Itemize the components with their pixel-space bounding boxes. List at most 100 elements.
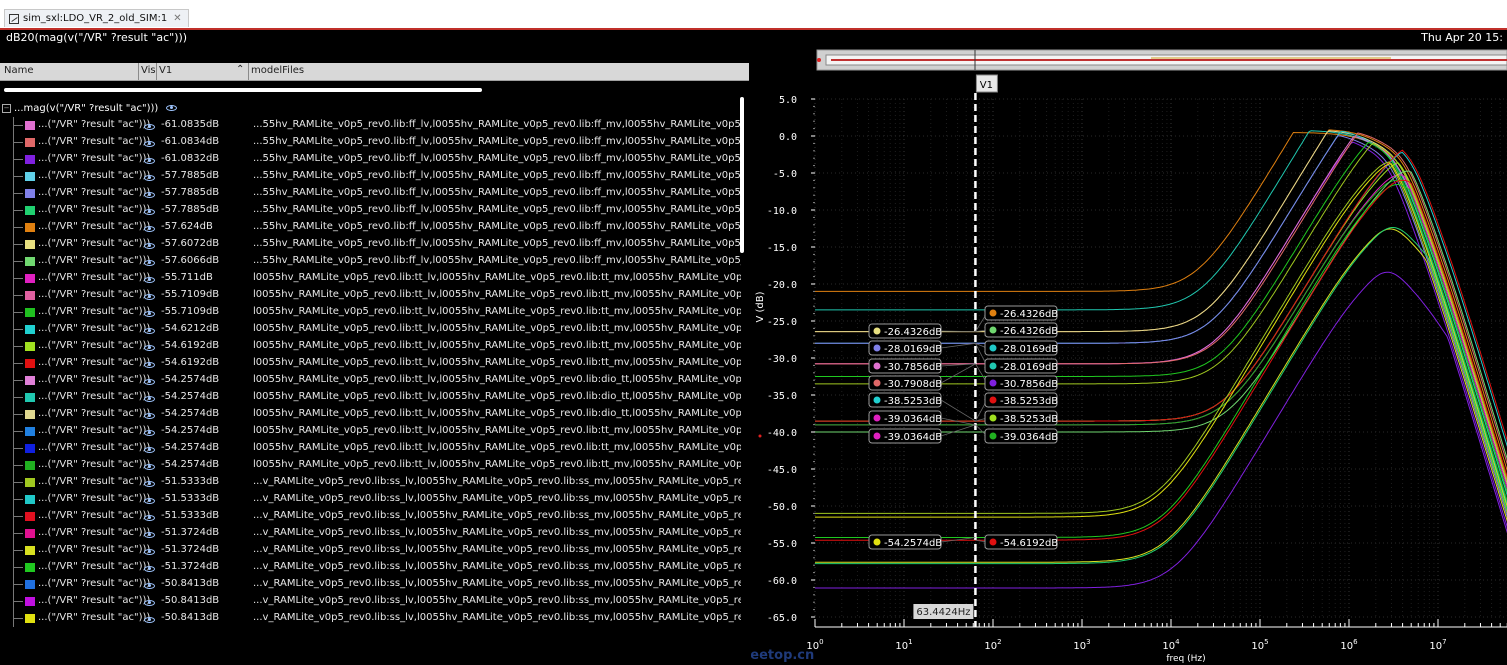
visibility-eye-icon[interactable] — [144, 309, 155, 320]
table-row[interactable]: ...("/VR" ?result "ac"))) -54.6212dB l0055… — [0, 321, 749, 338]
visibility-eye-icon[interactable] — [144, 428, 155, 439]
visibility-eye-icon[interactable] — [144, 394, 155, 405]
table-row[interactable]: ...("/VR" ?result "ac"))) -54.2574dB l0055… — [0, 406, 749, 423]
visibility-eye-icon[interactable] — [144, 496, 155, 507]
table-row[interactable]: ...("/VR" ?result "ac"))) -51.5333dB ...v_… — [0, 491, 749, 508]
table-row[interactable]: ...("/VR" ?result "ac"))) -54.2574dB l0055… — [0, 457, 749, 474]
visibility-eye-icon[interactable] — [144, 445, 155, 456]
table-row[interactable]: ...("/VR" ?result "ac"))) -54.6192dB l0055… — [0, 355, 749, 372]
visibility-eye-icon[interactable] — [144, 139, 155, 150]
visibility-eye-icon[interactable] — [144, 122, 155, 133]
table-row[interactable]: ...("/VR" ?result "ac"))) -51.3724dB ...v_… — [0, 525, 749, 542]
visibility-eye-icon[interactable] — [144, 156, 155, 167]
table-row[interactable]: ...("/VR" ?result "ac"))) -54.2574dB l0055… — [0, 440, 749, 457]
table-row[interactable]: ...("/VR" ?result "ac"))) -51.5333dB ...v_… — [0, 508, 749, 525]
close-icon[interactable]: ✕ — [173, 13, 181, 24]
table-row[interactable]: ...("/VR" ?result "ac"))) -57.7885dB ...55… — [0, 202, 749, 219]
visibility-eye-icon[interactable] — [144, 190, 155, 201]
visibility-eye-icon[interactable] — [144, 615, 155, 626]
trace-color-swatch — [25, 308, 35, 317]
visibility-eye-icon[interactable] — [144, 224, 155, 235]
y-tick-label: -30.0 — [767, 354, 797, 365]
table-row[interactable]: ...("/VR" ?result "ac"))) -61.0832dB ...55… — [0, 151, 749, 168]
visibility-eye-icon[interactable] — [144, 581, 155, 592]
table-row[interactable]: ...("/VR" ?result "ac"))) -57.6066dB ...55… — [0, 253, 749, 270]
tab-sim-window[interactable]: sim_sxl:LDO_VR_2_old_SIM:1 ✕ — [4, 9, 189, 27]
tree-root[interactable]: − ...mag(v("/VR" ?result "ac"))) — [2, 100, 178, 116]
column-header-vis[interactable]: Vis — [141, 65, 156, 76]
trace-color-swatch — [25, 427, 35, 436]
visibility-eye-icon[interactable] — [144, 530, 155, 541]
visibility-eye-icon[interactable] — [144, 258, 155, 269]
visibility-eye-icon[interactable] — [144, 241, 155, 252]
trace-color-swatch — [25, 342, 35, 351]
table-row[interactable]: ...("/VR" ?result "ac"))) -51.3724dB ...v_… — [0, 542, 749, 559]
y-axis-label: V (dB) — [755, 291, 766, 322]
table-row[interactable]: ...("/VR" ?result "ac"))) -54.6192dB l0055… — [0, 338, 749, 355]
table-row[interactable]: ...("/VR" ?result "ac"))) -51.3724dB ...v_… — [0, 559, 749, 576]
callout-left: -38.5253dB — [868, 392, 942, 408]
table-row[interactable]: ...("/VR" ?result "ac"))) -55.7109dB l0055… — [0, 287, 749, 304]
table-row[interactable]: ...("/VR" ?result "ac"))) -54.2574dB l0055… — [0, 389, 749, 406]
visibility-eye-icon[interactable] — [144, 547, 155, 558]
table-row[interactable]: ...("/VR" ?result "ac"))) -55.711dB l0055h… — [0, 270, 749, 287]
visibility-eye-icon[interactable] — [144, 360, 155, 371]
trace-name: ...("/VR" ?result "ac"))) — [38, 340, 151, 351]
visibility-eye-icon[interactable] — [144, 275, 155, 286]
trace-color-swatch — [25, 444, 35, 453]
trace-line — [815, 228, 1507, 563]
visibility-eye-icon[interactable] — [144, 411, 155, 422]
visibility-eye-icon[interactable] — [144, 462, 155, 473]
visibility-eye-icon[interactable] — [144, 513, 155, 524]
trace-modelfiles: ...v_RAMLite_v0p5_rev0.lib:ss_lv,l0055hv… — [253, 595, 741, 606]
visibility-eye-icon[interactable] — [144, 207, 155, 218]
visibility-eye-icon[interactable] — [144, 479, 155, 490]
trace-name: ...("/VR" ?result "ac"))) — [38, 544, 151, 555]
callout-label: -54.6192dB — [1000, 538, 1058, 549]
trace-name: ...("/VR" ?result "ac"))) — [38, 306, 151, 317]
callout-dot — [989, 538, 997, 546]
callout-dot — [989, 379, 997, 387]
table-row[interactable]: ...("/VR" ?result "ac"))) -61.0835dB ...55… — [0, 117, 749, 134]
callout-left: -39.0364dB — [868, 428, 942, 444]
table-row[interactable]: ...("/VR" ?result "ac"))) -50.8413dB ...v_… — [0, 593, 749, 610]
visibility-eye-icon[interactable] — [144, 343, 155, 354]
table-row[interactable]: ...("/VR" ?result "ac"))) -50.8413dB ...v_… — [0, 610, 749, 627]
trace-color-swatch — [25, 376, 35, 385]
visibility-eye-icon[interactable] — [144, 173, 155, 184]
table-row[interactable]: ...("/VR" ?result "ac"))) -54.2574dB l0055… — [0, 372, 749, 389]
table-row[interactable]: ...("/VR" ?result "ac"))) -57.7885dB ...55… — [0, 168, 749, 185]
visibility-eye-icon[interactable] — [144, 326, 155, 337]
table-row[interactable]: ...("/VR" ?result "ac"))) -57.624dB ...55h… — [0, 219, 749, 236]
sort-arrow-icon[interactable]: ⌃ — [236, 64, 244, 75]
visibility-eye-icon[interactable] — [166, 105, 178, 111]
trace-modelfiles: l0055hv_RAMLite_v0p5_rev0.lib:tt_lv,l005… — [253, 272, 741, 283]
trace-color-swatch — [25, 563, 35, 572]
trace-value: -57.7885dB — [161, 170, 220, 181]
callout-right: -39.0364dB — [984, 428, 1058, 444]
table-row[interactable]: ...("/VR" ?result "ac"))) -61.0834dB ...55… — [0, 134, 749, 151]
plot-area[interactable]: 5.0 0.0 -5.0 -10.0 -15.0 -20.0 -25.0 -30.0 -35.0… — [751, 47, 1507, 665]
waveform-plot[interactable]: 5.0 0.0 -5.0 -10.0 -15.0 -20.0 -25.0 -30.0 -35.0… — [751, 47, 1507, 665]
trace-value: -50.8413dB — [161, 612, 220, 623]
horizontal-scrollbar[interactable] — [4, 88, 482, 92]
table-row[interactable]: ...("/VR" ?result "ac"))) -50.8413dB ...v_… — [0, 576, 749, 593]
visibility-eye-icon[interactable] — [144, 292, 155, 303]
table-row[interactable]: ...("/VR" ?result "ac"))) -57.7885dB ...55… — [0, 185, 749, 202]
column-header-name[interactable]: Name — [4, 65, 34, 76]
visibility-eye-icon[interactable] — [144, 377, 155, 388]
visibility-eye-icon[interactable] — [144, 564, 155, 575]
collapse-toggle-icon[interactable]: − — [2, 103, 11, 113]
column-header-modelfiles[interactable]: modelFiles — [251, 65, 304, 76]
table-row[interactable]: ...("/VR" ?result "ac"))) -55.7109dB l0055… — [0, 304, 749, 321]
trace-color-swatch — [25, 257, 35, 266]
table-row[interactable]: ...("/VR" ?result "ac"))) -57.6072dB ...55… — [0, 236, 749, 253]
visibility-eye-icon[interactable] — [144, 598, 155, 609]
trace-modelfiles: ...v_RAMLite_v0p5_rev0.lib:ss_lv,l0055hv… — [253, 510, 741, 521]
trace-value: -54.2574dB — [161, 442, 220, 453]
table-row[interactable]: ...("/VR" ?result "ac"))) -51.5333dB ...v_… — [0, 474, 749, 491]
column-header-v1[interactable]: V1 — [159, 65, 172, 76]
callout-dot — [873, 538, 881, 546]
table-row[interactable]: ...("/VR" ?result "ac"))) -54.2574dB l0055… — [0, 423, 749, 440]
callout-right: -28.0169dB — [984, 340, 1058, 356]
